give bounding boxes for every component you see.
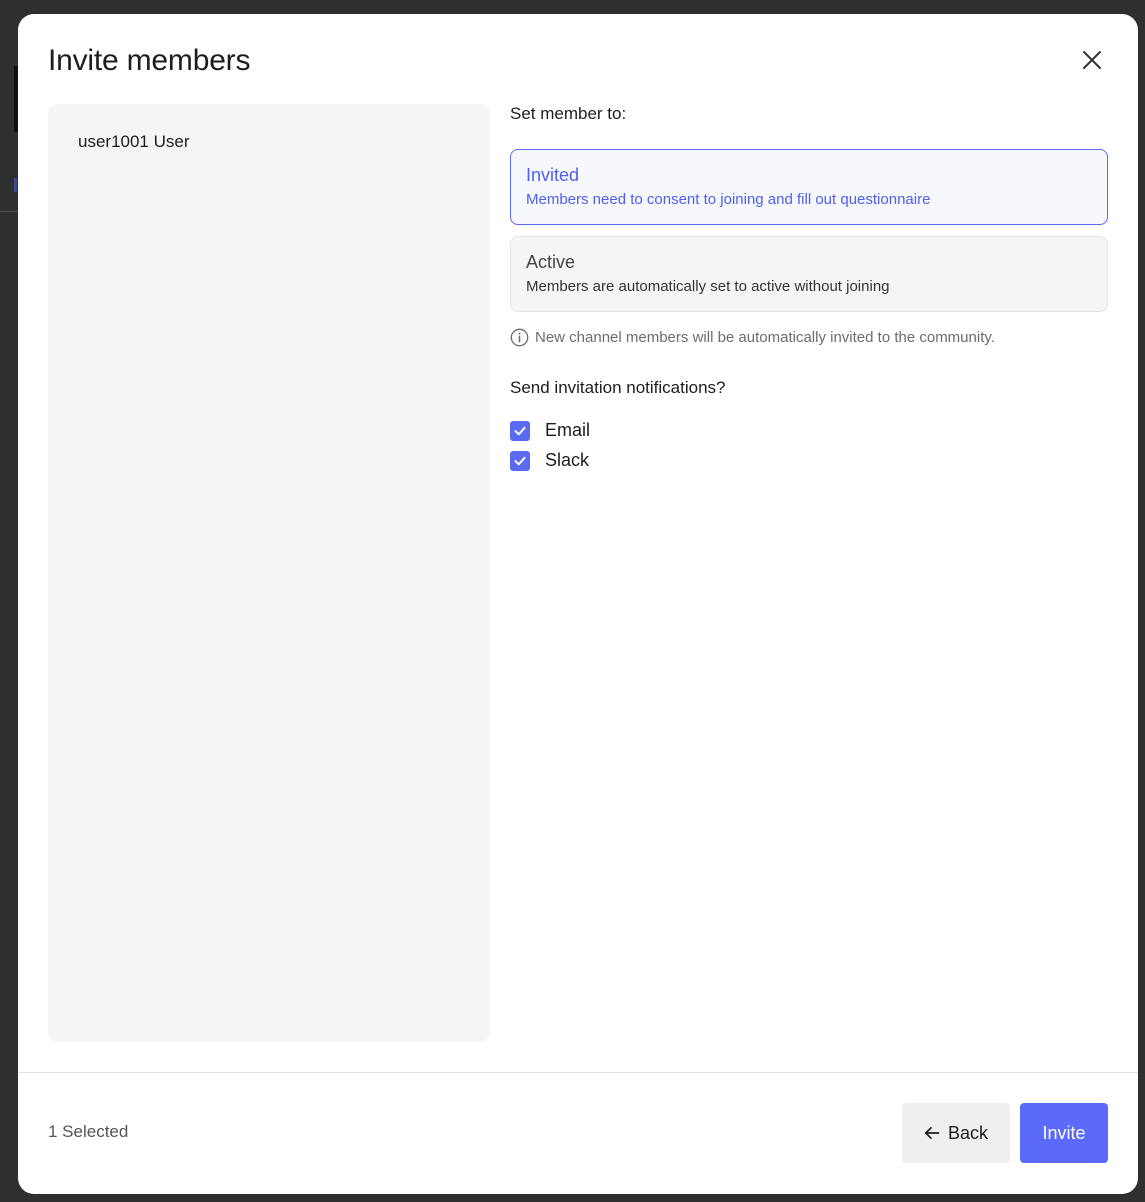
option-title: Active: [526, 252, 576, 272]
close-button[interactable]: [1076, 44, 1108, 76]
set-member-label: Set member to:: [510, 104, 627, 123]
info-icon: [510, 328, 529, 347]
invite-members-modal: Invite members user1001 User Set member …: [18, 14, 1138, 1194]
status-option-invited[interactable]: Invited Members need to consent to joini…: [510, 149, 1108, 225]
check-icon: [514, 456, 526, 465]
member-list-item: user1001 User: [78, 132, 190, 151]
option-description: Members are automatically set to active …: [526, 278, 890, 295]
close-icon: [1083, 51, 1101, 69]
check-icon: [514, 426, 526, 435]
checkbox-checked[interactable]: [510, 420, 530, 441]
info-note-text: New channel members will be automaticall…: [535, 329, 995, 346]
invite-button[interactable]: Invite: [1020, 1103, 1108, 1163]
checkbox-checked[interactable]: [510, 450, 530, 471]
notifications-label: Send invitation notifications?: [510, 378, 726, 397]
option-title: Invited: [526, 165, 580, 185]
option-description: Members need to consent to joining and f…: [526, 191, 931, 208]
status-option-active[interactable]: Active Members are automatically set to …: [510, 236, 1108, 312]
backdrop-element: [14, 178, 17, 192]
arrow-left-icon: [924, 1126, 940, 1140]
slack-notification-checkbox[interactable]: Slack: [510, 450, 589, 471]
info-note: New channel members will be automaticall…: [510, 328, 995, 347]
back-button[interactable]: Back: [902, 1103, 1010, 1163]
backdrop-divider: [0, 211, 18, 212]
checkbox-label: Email: [545, 420, 591, 440]
email-notification-checkbox[interactable]: Email: [510, 420, 590, 441]
modal-title: Invite members: [48, 44, 251, 77]
selected-count: 1 Selected: [48, 1122, 129, 1141]
selected-members-panel: user1001 User: [48, 104, 490, 1042]
checkbox-label: Slack: [545, 450, 590, 470]
footer-divider: [18, 1072, 1138, 1073]
back-button-label: Back: [947, 1122, 989, 1143]
